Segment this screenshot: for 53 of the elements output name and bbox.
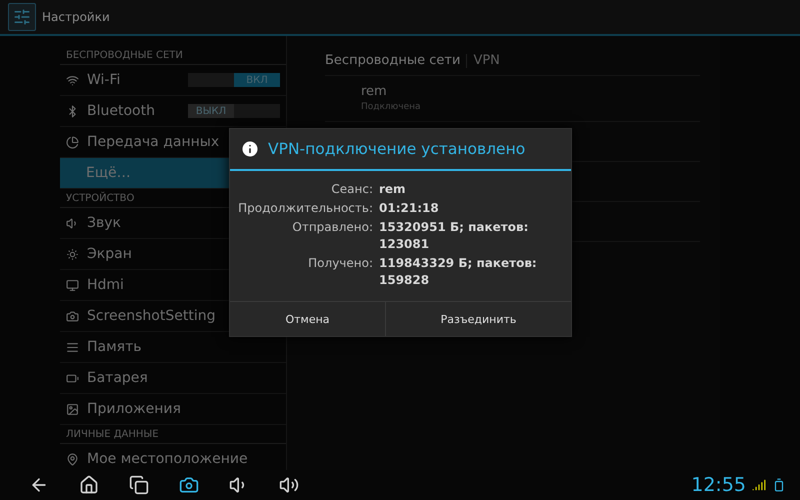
item-label: Bluetooth (87, 103, 155, 119)
camera-icon (66, 310, 79, 322)
breadcrumb: Беспроводные сети (325, 53, 460, 68)
signal-icon (752, 478, 766, 492)
field-label: Сеанс: (330, 181, 373, 198)
info-icon (240, 139, 260, 159)
volume-up-icon[interactable] (279, 475, 299, 495)
home-icon[interactable] (79, 475, 99, 495)
item-label: Wi-Fi (87, 72, 120, 88)
section-header: БЕСПРОВОДНЫЕ СЕТИ (60, 46, 286, 65)
picture-icon (66, 402, 79, 416)
field-value: 119843329 Б; пакетов: 159828 (379, 255, 538, 289)
breadcrumb: VPN (473, 53, 500, 68)
speaker-icon (66, 216, 79, 230)
item-label: Hdmi (87, 277, 124, 293)
toggle-thumb: ВКЛ (234, 73, 280, 87)
battery-icon (66, 372, 79, 384)
monitor-icon (66, 278, 79, 292)
settings-item[interactable]: Bluetooth ВЫКЛ (60, 96, 286, 127)
dialog-button[interactable]: Разъединить (385, 302, 571, 336)
settings-icon[interactable] (8, 3, 36, 31)
field-value: 01:21:18 (379, 200, 440, 217)
pie-chart-icon (66, 136, 79, 148)
bluetooth-icon (66, 104, 79, 118)
item-label: Звук (87, 215, 121, 231)
item-label: Батарея (87, 370, 148, 386)
toggle-switch[interactable]: ВЫКЛ (188, 104, 280, 118)
vpn-name[interactable]: rem (361, 84, 700, 99)
field-value: rem (379, 181, 407, 198)
item-label: Приложения (87, 401, 181, 417)
item-label: Экран (87, 246, 132, 262)
toggle-thumb: ВЫКЛ (188, 104, 234, 118)
vpn-status: Подключена (361, 102, 422, 112)
field-label: Получено: (307, 255, 373, 272)
field-value: 15320951 Б; пакетов: 123081 (379, 219, 530, 253)
field-label: Отправлено: (291, 219, 373, 236)
list-icon (66, 340, 79, 354)
item-label: Ещё… (85, 165, 131, 181)
item-label: Память (87, 339, 142, 355)
settings-item[interactable]: Wi-Fi ВКЛ (60, 65, 286, 96)
camera-icon[interactable] (179, 475, 199, 495)
settings-item[interactable]: Приложения (60, 394, 286, 425)
item-label: Передача данных (87, 134, 220, 150)
item-label: Мое местоположение (87, 451, 248, 467)
battery-icon (772, 478, 786, 492)
wifi-icon (66, 74, 79, 86)
brightness-icon (66, 248, 79, 260)
clock: 12:55 (691, 474, 746, 496)
location-pin-icon (66, 452, 79, 466)
recent-apps-icon[interactable] (129, 475, 149, 495)
item-label: ScreenshotSetting (87, 308, 216, 324)
app-title: Настройки (42, 10, 110, 24)
section-header: ЛИЧНЫЕ ДАННЫЕ (60, 425, 286, 444)
